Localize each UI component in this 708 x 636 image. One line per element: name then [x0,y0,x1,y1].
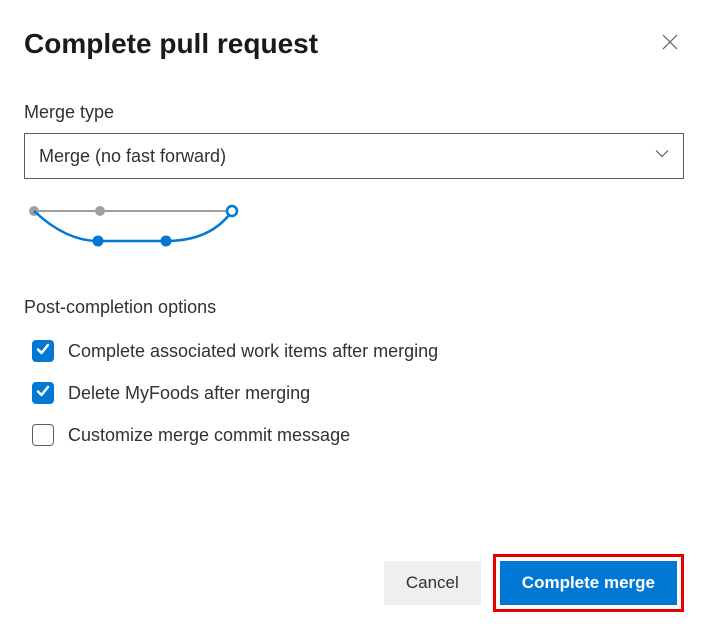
option-label-delete-branch[interactable]: Delete MyFoods after merging [68,383,310,404]
checkmark-icon [36,384,50,403]
merge-type-select[interactable]: Merge (no fast forward) [24,133,684,179]
cancel-button[interactable]: Cancel [384,561,481,605]
merge-graph-diagram [26,201,684,251]
merge-type-selected-value: Merge (no fast forward) [39,146,226,167]
close-icon [662,34,678,53]
checkbox-customize-message[interactable] [32,424,54,446]
option-label-customize-message[interactable]: Customize merge commit message [68,425,350,446]
complete-merge-button[interactable]: Complete merge [500,561,677,605]
checkbox-delete-branch[interactable] [32,382,54,404]
highlight-annotation: Complete merge [493,554,684,612]
close-button[interactable] [656,28,684,59]
option-label-complete-work-items[interactable]: Complete associated work items after mer… [68,341,438,362]
checkbox-complete-work-items[interactable] [32,340,54,362]
dialog-title: Complete pull request [24,28,318,60]
merge-type-label: Merge type [24,102,684,123]
post-completion-label: Post-completion options [24,297,684,318]
checkmark-icon [36,342,50,361]
